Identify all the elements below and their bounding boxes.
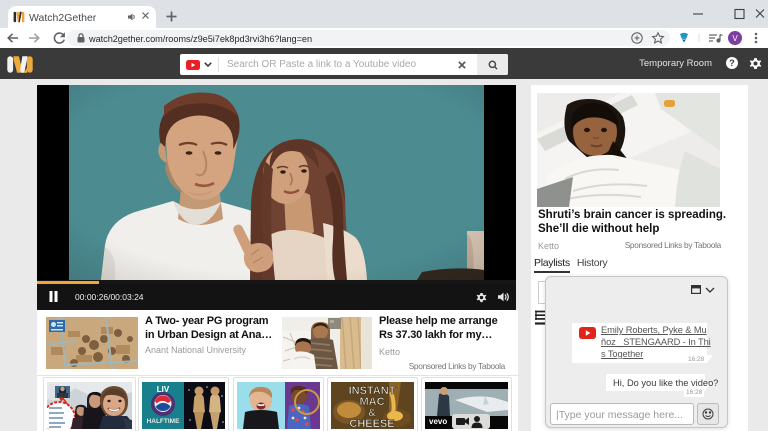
svg-text:V: V [732, 34, 738, 43]
svg-text:CHEESE: CHEESE [349, 418, 394, 429]
svg-text:?: ? [729, 58, 735, 68]
svg-text:LIV: LIV [157, 385, 170, 394]
svg-text:vevo: vevo [429, 417, 447, 426]
svg-text:HALFTIME: HALFTIME [147, 418, 181, 425]
